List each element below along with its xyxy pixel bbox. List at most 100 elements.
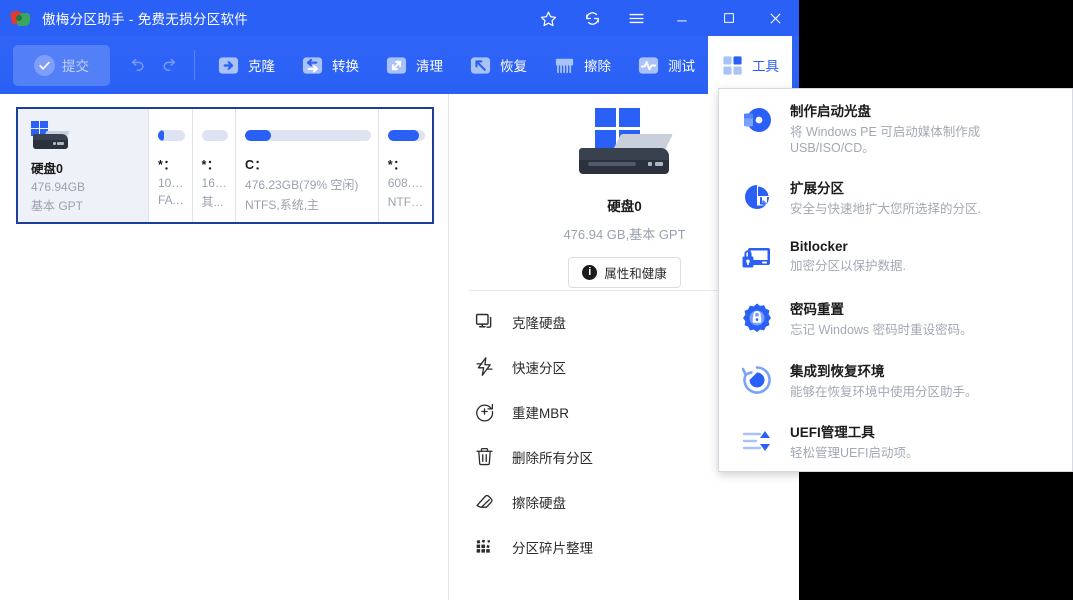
bootable-media-icon xyxy=(739,102,775,138)
menu-item-desc: 加密分区以保护数据. xyxy=(790,258,906,273)
menu-item-title: 集成到恢复环境 xyxy=(790,363,885,379)
menu-item-uefi-manager[interactable]: UEFI管理工具 轻松管理UEFI启动项。 xyxy=(719,410,1072,472)
partition-filesystem: NTFS,主 xyxy=(387,195,425,209)
toolbar-item-recover[interactable]: 恢复 xyxy=(456,36,540,94)
properties-health-button[interactable]: i 属性和健康 xyxy=(568,257,681,288)
menu-item-bootable-media[interactable]: 制作启动光盘 将 Windows PE 可启动媒体制作成 USB/ISO/CD。 xyxy=(719,89,1072,166)
partition-letter: *： xyxy=(387,158,407,172)
tools-dropdown-menu: 制作启动光盘 将 Windows PE 可启动媒体制作成 USB/ISO/CD。… xyxy=(718,88,1073,472)
action-label: 快速分区 xyxy=(512,360,566,376)
partition-filesystem: 其... xyxy=(201,195,224,209)
test-icon xyxy=(637,54,660,77)
menu-item-title: 扩展分区 xyxy=(790,181,844,197)
clean-icon xyxy=(385,54,408,77)
action-label: 擦除硬盘 xyxy=(512,495,566,511)
title-bar: 傲梅分区助手 - 免费无损分区软件 xyxy=(0,0,799,36)
menu-item-desc: 轻松管理UEFI启动项。 xyxy=(790,446,919,461)
uefi-manager-icon xyxy=(739,423,775,459)
recover-icon xyxy=(469,54,492,77)
check-circle-icon xyxy=(34,54,55,76)
defrag-icon xyxy=(474,536,495,557)
partition-letter: *： xyxy=(201,158,220,172)
hard-disk-windows-large-icon xyxy=(578,108,673,186)
clone-disk-icon xyxy=(474,311,495,332)
toolbar-label-tools: 工具 xyxy=(752,59,779,74)
action-defragment-partition[interactable]: 分区碎片整理 xyxy=(450,524,799,569)
main-toolbar: 提交 克隆 转换 清理 恢复 擦除 测试 工具 xyxy=(0,36,799,94)
trash-icon xyxy=(474,446,495,467)
star-icon[interactable] xyxy=(526,0,570,36)
toolbar-item-clean[interactable]: 清理 xyxy=(372,36,456,94)
menu-item-extend-partition[interactable]: 扩展分区 安全与快速地扩大您所选择的分区. xyxy=(719,166,1072,228)
menu-item-desc: 忘记 Windows 密码时重设密码。 xyxy=(790,322,973,337)
action-label: 分区碎片整理 xyxy=(512,540,593,556)
convert-icon xyxy=(301,54,324,77)
menu-item-bitlocker[interactable]: Bitlocker 加密分区以保护数据. xyxy=(719,228,1072,287)
action-label: 克隆硬盘 xyxy=(512,315,566,331)
extend-partition-icon xyxy=(739,179,775,215)
toolbar-item-wipe[interactable]: 擦除 xyxy=(540,36,624,94)
bitlocker-lock-icon xyxy=(739,241,775,277)
toolbar-item-convert[interactable]: 转换 xyxy=(288,36,372,94)
menu-item-desc: 将 Windows PE 可启动媒体制作成 USB/ISO/CD。 xyxy=(790,125,981,155)
partition-usage-bar xyxy=(245,130,371,141)
partition-usage-bar xyxy=(387,130,426,141)
undo-arrow-icon[interactable] xyxy=(119,45,153,85)
submit-label: 提交 xyxy=(62,59,89,74)
toolbar-label-recover: 恢复 xyxy=(500,59,527,74)
action-label: 删除所有分区 xyxy=(512,450,593,466)
partition-filesystem: NTFS,系统,主 xyxy=(245,198,320,212)
menu-item-password-reset[interactable]: 密码重置 忘记 Windows 密码时重设密码。 xyxy=(719,287,1072,349)
partition-usage-bar xyxy=(158,130,185,141)
toolbar-label-test: 测试 xyxy=(668,59,695,74)
eraser-icon xyxy=(474,491,495,512)
partition-cell[interactable]: *： 16.... 其... xyxy=(192,109,237,222)
partition-cell[interactable]: *： 608.00... NTFS,主 xyxy=(378,109,433,222)
toolbar-divider xyxy=(194,50,195,80)
recovery-env-icon xyxy=(739,362,775,398)
menu-item-recovery-environment[interactable]: 集成到恢复环境 能够在恢复环境中使用分区助手。 xyxy=(719,349,1072,411)
partition-cell[interactable]: *： 100... FAT... xyxy=(149,109,193,222)
menu-item-title: UEFI管理工具 xyxy=(790,425,875,441)
app-window: 傲梅分区助手 - 免费无损分区软件 提交 克隆 转换 清理 恢复 擦除 测试 工… xyxy=(0,0,799,600)
partition-letter: C： xyxy=(245,158,268,172)
rebuild-mbr-icon xyxy=(474,401,495,422)
properties-health-label: 属性和健康 xyxy=(604,267,667,281)
menu-item-desc: 安全与快速地扩大您所选择的分区. xyxy=(790,202,981,217)
password-reset-gear-icon xyxy=(739,300,775,336)
toolbar-label-clean: 清理 xyxy=(416,59,443,74)
partition-size: 476.23GB(79% 空闲) xyxy=(245,178,359,192)
content-area: 硬盘0 476.94GB 基本 GPT *： 100... FAT... *： … xyxy=(0,94,799,600)
disk-map-pane: 硬盘0 476.94GB 基本 GPT *： 100... FAT... *： … xyxy=(0,94,449,600)
partition-size: 608.00... xyxy=(387,176,425,190)
toolbar-item-test[interactable]: 测试 xyxy=(624,36,708,94)
toolbar-label-wipe: 擦除 xyxy=(584,59,611,74)
wipe-icon xyxy=(553,54,576,77)
menu-icon[interactable] xyxy=(614,0,658,36)
disk-header[interactable]: 硬盘0 476.94GB 基本 GPT xyxy=(18,109,149,222)
window-title: 傲梅分区助手 - 免费无损分区软件 xyxy=(42,12,249,27)
close-icon[interactable] xyxy=(752,0,799,36)
menu-item-title: 密码重置 xyxy=(790,301,844,317)
toolbar-item-tools[interactable]: 工具 xyxy=(708,36,792,94)
menu-item-title: Bitlocker xyxy=(790,238,848,254)
menu-item-desc: 能够在恢复环境中使用分区助手。 xyxy=(790,384,978,399)
disk-size: 476.94GB xyxy=(31,180,86,194)
info-icon: i xyxy=(582,265,598,280)
clone-icon xyxy=(217,54,240,77)
partition-filesystem: FAT... xyxy=(158,193,185,207)
refresh-icon[interactable] xyxy=(570,0,614,36)
maximize-icon[interactable] xyxy=(705,0,752,36)
partition-size: 100... xyxy=(158,176,185,190)
minimize-icon[interactable] xyxy=(658,0,705,36)
tools-grid-icon xyxy=(721,54,744,77)
disk-row-selected[interactable]: 硬盘0 476.94GB 基本 GPT *： 100... FAT... *： … xyxy=(16,107,434,224)
redo-arrow-icon[interactable] xyxy=(153,45,187,85)
action-wipe-disk[interactable]: 擦除硬盘 xyxy=(450,479,799,524)
disk-type: 基本 GPT xyxy=(31,199,84,213)
toolbar-item-clone[interactable]: 克隆 xyxy=(204,36,288,94)
toolbar-label-convert: 转换 xyxy=(332,59,359,74)
toolbar-label-clone: 克隆 xyxy=(248,59,275,74)
partition-cell[interactable]: C： 476.23GB(79% 空闲) NTFS,系统,主 xyxy=(236,109,379,222)
submit-button[interactable]: 提交 xyxy=(13,44,110,86)
